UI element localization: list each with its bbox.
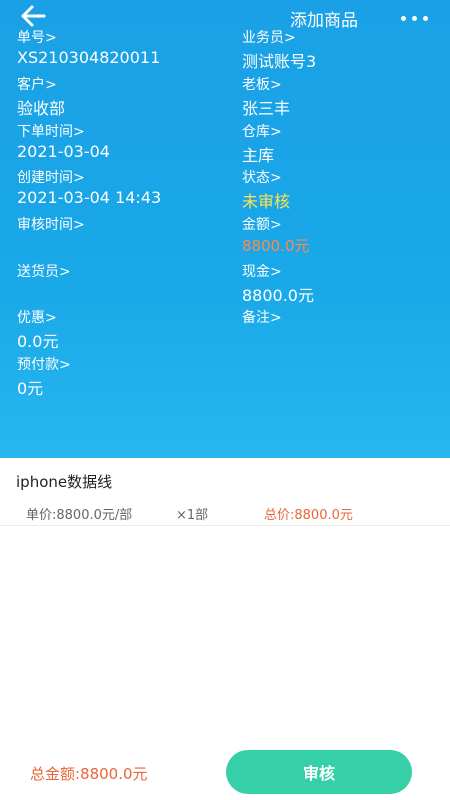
approve-button[interactable]: 审核 bbox=[226, 750, 412, 794]
more-dots-icon[interactable] bbox=[396, 8, 432, 28]
status-value: 未审核 bbox=[242, 192, 291, 211]
customer-value: 验收部 bbox=[17, 99, 66, 118]
created-time-value: 2021-03-04 14:43 bbox=[17, 188, 162, 207]
review-time-label[interactable]: 审核时间> bbox=[17, 214, 85, 234]
discount-label[interactable]: 优惠> bbox=[17, 307, 57, 327]
order-time-value: 2021-03-04 bbox=[17, 142, 110, 161]
cash-value: 8800.0元 bbox=[242, 286, 314, 305]
top-bar: 添加商品 bbox=[0, 0, 450, 34]
order-header: 添加商品 单号> XS210304820011 客户> 验收部 下单时间> 20… bbox=[0, 0, 450, 458]
boss-value: 张三丰 bbox=[242, 99, 291, 118]
salesperson-value: 测试账号3 bbox=[242, 52, 317, 71]
cash-label[interactable]: 现金> bbox=[242, 261, 282, 281]
footer-total-amount: 总金额:8800.0元 bbox=[30, 765, 148, 783]
order-number-value: XS210304820011 bbox=[17, 48, 161, 67]
created-time-label[interactable]: 创建时间> bbox=[17, 167, 85, 187]
amount-label[interactable]: 金额> bbox=[242, 214, 282, 234]
item-total-price: 总价:8800.0元 bbox=[264, 508, 353, 523]
quantity: ×1部 bbox=[176, 508, 209, 523]
add-product-title[interactable]: 添加商品 bbox=[290, 6, 358, 31]
unit-price: 单价:8800.0元/部 bbox=[26, 508, 133, 523]
prepay-label[interactable]: 预付款> bbox=[17, 354, 71, 374]
warehouse-label[interactable]: 仓库> bbox=[242, 121, 282, 141]
divider bbox=[0, 525, 450, 526]
order-time-label[interactable]: 下单时间> bbox=[17, 121, 85, 141]
prepay-value: 0元 bbox=[17, 379, 44, 398]
status-label[interactable]: 状态> bbox=[242, 167, 282, 187]
warehouse-value: 主库 bbox=[242, 146, 275, 165]
order-number-label[interactable]: 单号> bbox=[17, 27, 57, 47]
discount-value: 0.0元 bbox=[17, 332, 59, 351]
customer-label[interactable]: 客户> bbox=[17, 74, 57, 94]
boss-label[interactable]: 老板> bbox=[242, 74, 282, 94]
product-name[interactable]: iphone数据线 bbox=[16, 471, 112, 492]
salesperson-label[interactable]: 业务员> bbox=[242, 27, 296, 47]
remark-label[interactable]: 备注> bbox=[242, 307, 282, 327]
deliverer-label[interactable]: 送货员> bbox=[17, 261, 71, 281]
amount-value: 8800.0元 bbox=[242, 237, 310, 255]
